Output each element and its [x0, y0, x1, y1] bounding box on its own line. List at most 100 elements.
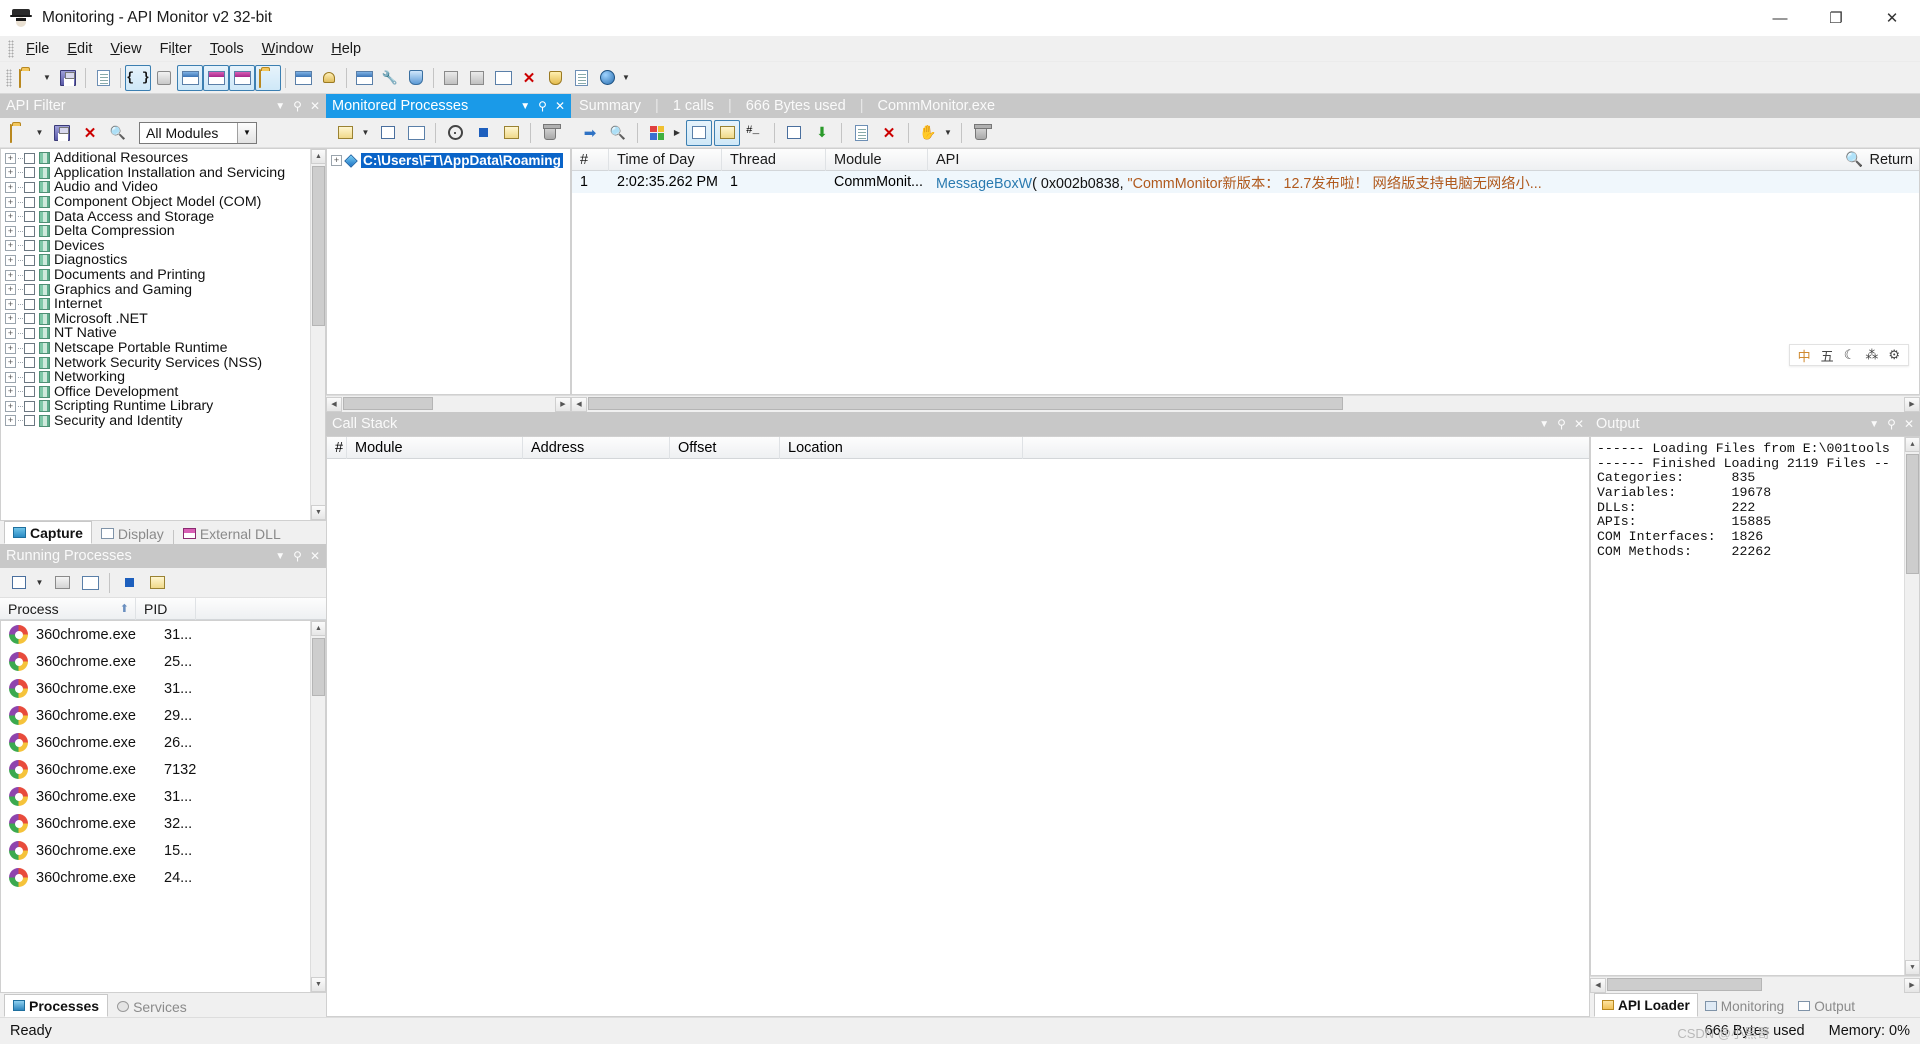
monitor-new-process-icon[interactable] [177, 64, 203, 91]
tab-display[interactable]: Display [92, 523, 173, 544]
process-row[interactable]: 360chrome.exe 32... [1, 810, 325, 837]
attach-process-icon[interactable] [116, 570, 142, 596]
tree-checkbox[interactable] [24, 254, 35, 266]
tree-checkbox[interactable] [24, 357, 35, 369]
tree-checkbox[interactable] [24, 400, 35, 412]
ime-layout-icon[interactable]: 五 [1821, 346, 1834, 365]
tree-checkbox[interactable] [24, 386, 35, 398]
api-filter-tree-item[interactable]: + Diagnostics [5, 252, 325, 268]
export-icon[interactable]: ⬇ [809, 120, 835, 146]
tree-expand-icon[interactable]: + [5, 269, 16, 281]
col-num[interactable]: # [572, 149, 609, 171]
help-icon[interactable] [594, 65, 620, 91]
tree-expand-icon[interactable]: + [5, 386, 16, 398]
open-file-icon[interactable] [15, 65, 41, 91]
output-scroll-thumb[interactable] [1906, 454, 1919, 574]
monitored-processes-hscroll[interactable]: ◀ ▶ [326, 395, 571, 412]
output-scroll-up-icon[interactable]: ▲ [1905, 437, 1919, 452]
running-processes-list[interactable]: 360chrome.exe 31... 360chrome.exe 25... 360c… [0, 620, 326, 993]
output-text[interactable]: ------ Loading Files from E:\001tools ---… [1590, 436, 1920, 976]
process-row[interactable]: 360chrome.exe 24... [1, 864, 325, 891]
tree-checkbox[interactable] [24, 342, 35, 354]
call-stack-pin-icon[interactable]: ⚲ [1557, 417, 1566, 431]
trash-icon[interactable] [968, 120, 994, 146]
start-monitor-icon[interactable] [332, 120, 358, 146]
processes-scroll-down-icon[interactable]: ▼ [311, 977, 325, 992]
find-icon[interactable]: 🔍 [605, 120, 631, 146]
menu-filter[interactable]: Filter [151, 39, 201, 59]
search-icon[interactable]: 🔍 [1845, 151, 1863, 168]
column-pid[interactable]: PID [136, 597, 196, 620]
open-filter-icon[interactable] [6, 120, 32, 146]
tree-view-icon[interactable] [686, 119, 712, 146]
api-filter-scrollbar[interactable]: ▲ ▼ [310, 149, 325, 520]
api-calls-hscroll[interactable]: ◀ ▶ [571, 395, 1920, 412]
call-stack-close-icon[interactable]: ✕ [1574, 417, 1584, 431]
api-filter-tree-item[interactable]: + Data Access and Storage [5, 209, 325, 225]
tab-output[interactable]: Output [1791, 995, 1862, 1017]
tree-expand-icon[interactable]: + [5, 327, 16, 339]
api-filter-tree-item[interactable]: + Office Development [5, 384, 325, 400]
running-processes-menu-icon[interactable]: ▼ [275, 551, 285, 562]
tab-services[interactable]: Services [108, 996, 196, 1017]
hex-red-icon[interactable] [438, 65, 464, 91]
open-filter-caret-icon[interactable]: ▼ [34, 120, 47, 146]
color-legend-icon[interactable] [644, 120, 670, 146]
menu-tools[interactable]: Tools [201, 39, 253, 59]
col-thread[interactable]: Thread [722, 149, 826, 171]
api-braces-icon[interactable]: { } [125, 64, 151, 91]
menu-edit[interactable]: Edit [58, 39, 101, 59]
tree-checkbox[interactable] [24, 371, 35, 383]
mp-scroll-left-icon[interactable]: ◀ [326, 396, 342, 412]
start-monitor-caret-icon[interactable]: ▼ [360, 120, 373, 146]
api-filter-tree-item[interactable]: + Internet [5, 296, 325, 312]
tab-external-dll[interactable]: External DLL [174, 523, 290, 544]
window-pink-icon[interactable] [203, 64, 229, 91]
col-time[interactable]: Time of Day [609, 149, 722, 171]
tree-expand-icon[interactable]: + [5, 254, 16, 266]
tab-api-loader[interactable]: API Loader [1594, 993, 1698, 1017]
tree-checkbox[interactable] [24, 152, 35, 164]
api-filter-tree-item[interactable]: + Networking [5, 369, 325, 385]
output-scroll-down-icon[interactable]: ▼ [1905, 960, 1919, 975]
out-scroll-thumb[interactable] [1607, 978, 1762, 991]
tree-checkbox[interactable] [24, 298, 35, 310]
tree-checkbox[interactable] [24, 240, 35, 252]
output-hscroll[interactable]: ◀ ▶ [1590, 976, 1920, 993]
output-close-icon[interactable]: ✕ [1904, 417, 1914, 431]
clear-filter-icon[interactable]: ✕ [77, 120, 103, 146]
tree-expand-icon[interactable]: + [5, 313, 16, 325]
expand-icon[interactable]: + [331, 155, 342, 166]
shield-icon[interactable] [403, 65, 429, 91]
tab-monitoring[interactable]: Monitoring [1698, 995, 1791, 1017]
window-pink-2-icon[interactable] [229, 64, 255, 91]
tree-expand-icon[interactable]: + [5, 400, 16, 412]
find-api-icon[interactable]: 🔍 [105, 120, 131, 146]
tree-expand-icon[interactable]: + [5, 181, 16, 193]
out-scroll-right-icon[interactable]: ▶ [1904, 977, 1920, 993]
running-processes-pin-icon[interactable]: ⚲ [293, 549, 302, 563]
output-pin-icon[interactable]: ⚲ [1887, 417, 1896, 431]
pause-caret-icon[interactable]: ▼ [943, 120, 955, 146]
alert-bell-icon[interactable] [316, 65, 342, 91]
ime-mode-icon[interactable]: 中 [1798, 346, 1811, 365]
api-filter-scroll-thumb[interactable] [312, 166, 325, 326]
api-filter-tree-item[interactable]: + NT Native [5, 325, 325, 341]
col-return[interactable]: Return [1869, 152, 1913, 168]
cs-col-num[interactable]: # [327, 437, 347, 459]
tree-checkbox[interactable] [24, 196, 35, 208]
api-filter-tree-item[interactable]: + Network Security Services (NSS) [5, 355, 325, 371]
tree-expand-icon[interactable]: + [5, 284, 16, 296]
cs-col-location[interactable]: Location [780, 437, 1023, 459]
tree-expand-icon[interactable]: + [5, 152, 16, 164]
process-row[interactable]: 360chrome.exe 25... [1, 648, 325, 675]
tree-expand-icon[interactable]: + [5, 371, 16, 383]
api-filter-tree[interactable]: + Additional Resources + Application Instal… [0, 148, 326, 521]
tree-checkbox[interactable] [24, 225, 35, 237]
window-blue-icon[interactable] [351, 65, 377, 91]
open-folders-icon[interactable] [255, 64, 281, 91]
process-row[interactable]: 360chrome.exe 26... [1, 729, 325, 756]
tree-checkbox[interactable] [24, 181, 35, 193]
api-filter-tree-item[interactable]: + Devices [5, 238, 325, 254]
cs-col-address[interactable]: Address [523, 437, 670, 459]
